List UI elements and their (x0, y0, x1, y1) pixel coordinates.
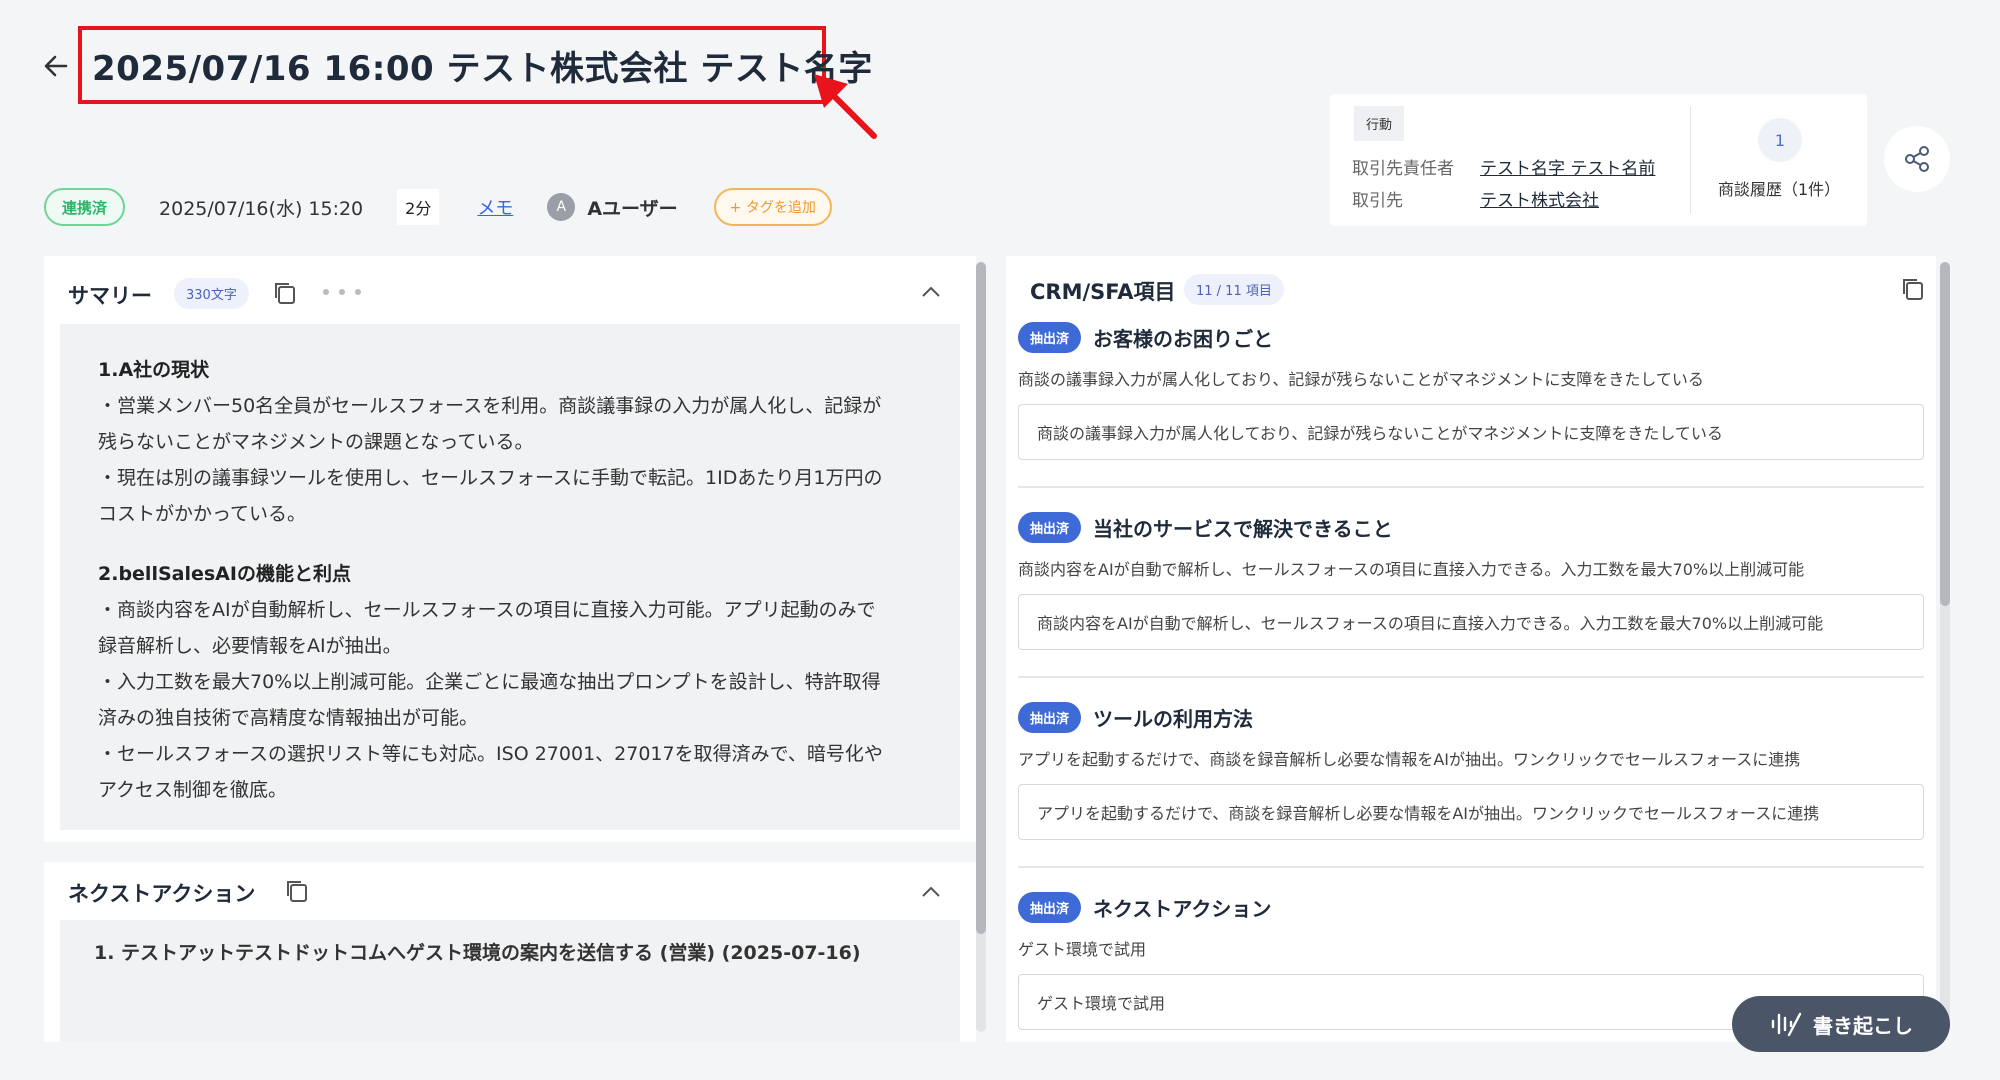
summary-heading: 2.bellSalesAIの機能と利点 (98, 563, 351, 585)
crm-field-input[interactable]: 商談内容をAIが自動で解析し、セールスフォースの項目に直接入力できる。入力工数を… (1018, 594, 1924, 650)
meeting-datetime: 2025/07/16(水) 15:20 (159, 197, 364, 220)
page-title-highlight-box: 2025/07/16 16:00 テスト株式会社 テスト名字 (78, 26, 872, 104)
summary-line: アクセス制御を徹底。 (98, 779, 288, 801)
summary-heading: 1.A社の現状 (98, 359, 210, 381)
summary-panel: サマリー 330文字 1.A社の現状・営業メンバー50名全員がセールスフォースを… (44, 256, 976, 842)
crm-field-title: ツールの利用方法 (1093, 706, 1254, 731)
user-name: Aユーザー (587, 197, 678, 220)
crm-field-description: ゲスト環境で試用 (1018, 940, 1147, 959)
copy-icon[interactable] (284, 878, 310, 904)
copy-icon[interactable] (272, 280, 298, 306)
deal-history-label[interactable]: 商談履歴（1件） (1718, 176, 1840, 200)
memo-link[interactable]: メモ (477, 194, 513, 220)
sync-status-badge: 連携済 (44, 188, 126, 226)
summary-char-count: 330文字 (174, 278, 249, 309)
collapse-chevron-up-icon[interactable] (920, 884, 942, 900)
summary-content: 1.A社の現状・営業メンバー50名全員がセールスフォースを利用。商談議事録の入力… (60, 324, 960, 830)
summary-title: サマリー (68, 284, 152, 308)
deal-history-count[interactable]: 1 (1758, 118, 1802, 162)
contact-link[interactable]: テスト名字 テスト名前 (1480, 154, 1655, 179)
crm-field-section: 抽出済 当社のサービスで解決できること商談内容をAIが自動で解析し、セールスフォー… (1018, 510, 1928, 678)
meeting-duration: 2分 (397, 189, 440, 225)
user-avatar: A (547, 193, 576, 221)
summary-line: ・現在は別の議事録ツールを使用し、セールスフォースに手動で転記。1IDあたり月1… (98, 467, 883, 489)
card-divider (1690, 106, 1691, 214)
crm-field-title: ネクストアクション (1093, 896, 1272, 921)
crm-field-input[interactable]: 商談の議事録入力が属人化しており、記録が残らないことがマネジメントに支障をきたし… (1018, 404, 1924, 460)
red-annotation-arrow-icon (814, 74, 877, 139)
share-button[interactable] (1884, 126, 1950, 192)
waveform-icon (1771, 1012, 1802, 1037)
summary-line: 録音解析し、必要情報をAIが抽出。 (98, 635, 402, 657)
crm-field-description: 商談内容をAIが自動で解析し、セールスフォースの項目に直接入力できる。入力工数を… (1018, 560, 1805, 579)
crm-field-description: 商談の議事録入力が属人化しており、記録が残らないことがマネジメントに支障をきたし… (1018, 370, 1704, 389)
contact-label: 取引先責任者 (1352, 159, 1454, 179)
summary-line: ・商談内容をAIが自動解析し、セールスフォースの項目に直接入力可能。アプリ起動の… (98, 599, 876, 621)
next-action-panel: ネクストアクション 1. テストアットテストドットコムへゲスト環境の案内を送信す… (44, 862, 976, 1042)
deal-info-card: 行動 取引先責任者 テスト名字 テスト名前 取引先 テスト株式会社 1 商談履歴… (1330, 94, 1867, 226)
right-scrollbar[interactable] (1940, 262, 1950, 1032)
transcribe-button[interactable]: 書き起こし (1732, 996, 1950, 1052)
next-action-title: ネクストアクション (68, 882, 256, 906)
account-label: 取引先 (1352, 191, 1403, 211)
crm-divider (1018, 486, 1924, 488)
crm-field-description: アプリを起動するだけで、商談を録音解析し必要な情報をAIが抽出。ワンクリックでセ… (1018, 750, 1801, 769)
crm-item-count: 11 / 11 項目 (1184, 274, 1284, 305)
summary-line: 残らないことがマネジメントの課題となっている。 (98, 431, 534, 453)
right-scrollbar-thumb[interactable] (1940, 262, 1950, 606)
crm-divider (1018, 866, 1924, 868)
left-scrollbar[interactable] (976, 262, 986, 1032)
crm-field-input[interactable]: アプリを起動するだけで、商談を録音解析し必要な情報をAIが抽出。ワンクリックでセ… (1018, 784, 1924, 840)
crm-title: CRM/SFA項目 (1030, 280, 1176, 304)
left-scrollbar-thumb[interactable] (976, 262, 986, 934)
summary-line: ・セールスフォースの選択リスト等にも対応。ISO 27001、27017を取得済… (98, 743, 883, 765)
next-action-item: 1. テストアットテストドットコムへゲスト環境の案内を送信する (営業) (20… (94, 942, 861, 964)
page-title: 2025/07/16 16:00 テスト株式会社 テスト名字 (92, 48, 873, 89)
crm-field-section: 抽出済 ツールの利用方法アプリを起動するだけで、商談を録音解析し必要な情報をAIが… (1018, 700, 1928, 868)
crm-divider (1018, 676, 1924, 678)
extracted-badge: 抽出済 (1018, 321, 1082, 353)
summary-line: コストがかかっている。 (98, 503, 307, 525)
extracted-badge: 抽出済 (1018, 511, 1082, 543)
collapse-chevron-up-icon[interactable] (920, 284, 942, 300)
next-action-content: 1. テストアットテストドットコムへゲスト環境の案内を送信する (営業) (20… (60, 920, 960, 1042)
meeting-info-row: 連携済 2025/07/16(水) 15:20 2分 メモ A Aユーザー + … (44, 187, 832, 227)
transcribe-label: 書き起こし (1813, 1013, 1913, 1038)
crm-field-section: 抽出済 お客様のお困りごと商談の議事録入力が属人化しており、記録が残らないことがマ… (1018, 320, 1928, 488)
add-tag-button[interactable]: + タグを追加 (713, 188, 832, 226)
summary-line: ・営業メンバー50名全員がセールスフォースを利用。商談議事録の入力が属人化し、記… (98, 395, 882, 417)
back-arrow-icon[interactable] (40, 50, 72, 82)
more-options-icon[interactable] (320, 286, 364, 298)
account-link[interactable]: テスト株式会社 (1480, 186, 1599, 211)
copy-icon[interactable] (1900, 276, 1926, 302)
crm-field-title: 当社のサービスで解決できること (1093, 516, 1393, 541)
extracted-badge: 抽出済 (1018, 891, 1082, 923)
crm-field-title: お客様のお困りごと (1093, 326, 1274, 351)
summary-line: 済みの独自技術で高精度な情報抽出が可能。 (98, 707, 479, 729)
share-icon (1905, 146, 1929, 172)
summary-spacer (98, 532, 922, 556)
summary-line: ・入力工数を最大70%以上削減可能。企業ごとに最適な抽出プロンプトを設計し、特許… (98, 671, 881, 693)
crm-sfa-panel: CRM/SFA項目 11 / 11 項目 抽出済 お客様のお困りごと 商談の議事録入… (1006, 256, 1936, 1042)
action-type-label: 行動 (1354, 106, 1405, 141)
extracted-badge: 抽出済 (1018, 701, 1082, 733)
